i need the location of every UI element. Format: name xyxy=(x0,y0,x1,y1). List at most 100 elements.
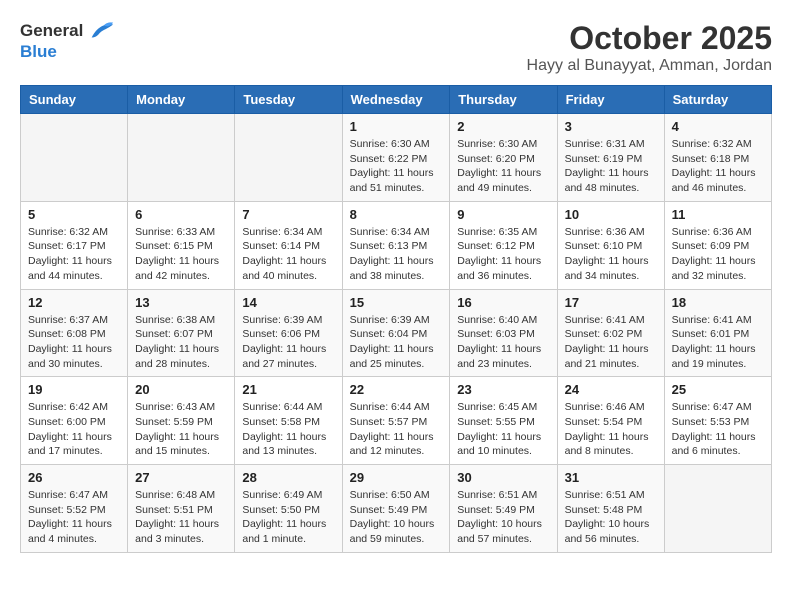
title-section: October 2025 Hayy al Bunayyat, Amman, Jo… xyxy=(527,20,772,75)
calendar-cell xyxy=(128,114,235,202)
day-info: Sunrise: 6:51 AM Sunset: 5:49 PM Dayligh… xyxy=(457,488,549,547)
day-number: 29 xyxy=(350,470,443,485)
day-info: Sunrise: 6:45 AM Sunset: 5:55 PM Dayligh… xyxy=(457,400,549,459)
calendar-cell: 15Sunrise: 6:39 AM Sunset: 6:04 PM Dayli… xyxy=(342,289,450,377)
day-number: 8 xyxy=(350,207,443,222)
day-number: 15 xyxy=(350,295,443,310)
day-info: Sunrise: 6:40 AM Sunset: 6:03 PM Dayligh… xyxy=(457,313,549,372)
day-number: 4 xyxy=(672,119,764,134)
calendar-cell: 1Sunrise: 6:30 AM Sunset: 6:22 PM Daylig… xyxy=(342,114,450,202)
day-number: 24 xyxy=(565,382,657,397)
day-number: 9 xyxy=(457,207,549,222)
day-number: 22 xyxy=(350,382,443,397)
calendar-header-row: SundayMondayTuesdayWednesdayThursdayFrid… xyxy=(21,86,772,114)
calendar-cell xyxy=(21,114,128,202)
logo-general-text: General xyxy=(20,21,83,41)
calendar-cell: 12 Sunrise: 6:37 AM Sunset: 6:08 PM Dayli… xyxy=(21,289,128,377)
location-title: Hayy al Bunayyat, Amman, Jordan xyxy=(527,57,772,75)
day-info: Sunrise: 6:49 AM Sunset: 5:50 PM Dayligh… xyxy=(242,488,334,547)
day-number: 10 xyxy=(565,207,657,222)
day-number: 13 xyxy=(135,295,227,310)
day-info: Sunrise: 6:36 AM Sunset: 6:10 PM Dayligh… xyxy=(565,225,657,284)
day-info: Sunrise: 6:41 AM Sunset: 6:01 PM Dayligh… xyxy=(672,313,764,372)
calendar-cell: 10 Sunrise: 6:36 AM Sunset: 6:10 PM Dayli… xyxy=(557,201,664,289)
calendar-cell: 18 Sunrise: 6:41 AM Sunset: 6:01 PM Dayli… xyxy=(664,289,771,377)
day-info: Sunrise: 6:41 AM Sunset: 6:02 PM Dayligh… xyxy=(565,313,657,372)
day-number: 2 xyxy=(457,119,549,134)
day-number: 17 xyxy=(565,295,657,310)
logo: General Blue xyxy=(20,20,115,62)
weekday-header-sunday: Sunday xyxy=(21,86,128,114)
day-info: Sunrise: 6:37 AM Sunset: 6:08 PM Dayligh… xyxy=(28,313,120,372)
day-info: Sunrise: 6:36 AM Sunset: 6:09 PM Dayligh… xyxy=(672,225,764,284)
day-info: Sunrise: 6:35 AM Sunset: 6:12 PM Dayligh… xyxy=(457,225,549,284)
day-number: 16 xyxy=(457,295,549,310)
day-number: 12 xyxy=(28,295,120,310)
day-number: 3 xyxy=(565,119,657,134)
weekday-header-wednesday: Wednesday xyxy=(342,86,450,114)
day-number: 23 xyxy=(457,382,549,397)
logo-blue-text: Blue xyxy=(20,42,115,62)
calendar-cell: 31Sunrise: 6:51 AM Sunset: 5:48 PM Dayli… xyxy=(557,465,664,553)
day-number: 5 xyxy=(28,207,120,222)
calendar-cell: 30 Sunrise: 6:51 AM Sunset: 5:49 PM Dayli… xyxy=(450,465,557,553)
calendar-cell: 21 Sunrise: 6:44 AM Sunset: 5:58 PM Dayli… xyxy=(235,377,342,465)
calendar-week-3: 12 Sunrise: 6:37 AM Sunset: 6:08 PM Dayli… xyxy=(21,289,772,377)
day-number: 7 xyxy=(242,207,334,222)
calendar-table: SundayMondayTuesdayWednesdayThursdayFrid… xyxy=(20,85,772,553)
day-info: Sunrise: 6:33 AM Sunset: 6:15 PM Dayligh… xyxy=(135,225,227,284)
day-info: Sunrise: 6:47 AM Sunset: 5:52 PM Dayligh… xyxy=(28,488,120,547)
day-number: 31 xyxy=(565,470,657,485)
day-info: Sunrise: 6:30 AM Sunset: 6:22 PM Dayligh… xyxy=(350,137,443,196)
day-info: Sunrise: 6:44 AM Sunset: 5:58 PM Dayligh… xyxy=(242,400,334,459)
calendar-cell: 16 Sunrise: 6:40 AM Sunset: 6:03 PM Dayli… xyxy=(450,289,557,377)
day-info: Sunrise: 6:42 AM Sunset: 6:00 PM Dayligh… xyxy=(28,400,120,459)
weekday-header-monday: Monday xyxy=(128,86,235,114)
day-info: Sunrise: 6:30 AM Sunset: 6:20 PM Dayligh… xyxy=(457,137,549,196)
calendar-cell: 27Sunrise: 6:48 AM Sunset: 5:51 PM Dayli… xyxy=(128,465,235,553)
day-number: 30 xyxy=(457,470,549,485)
calendar-cell: 25 Sunrise: 6:47 AM Sunset: 5:53 PM Dayli… xyxy=(664,377,771,465)
day-number: 18 xyxy=(672,295,764,310)
weekday-header-tuesday: Tuesday xyxy=(235,86,342,114)
calendar-cell: 29Sunrise: 6:50 AM Sunset: 5:49 PM Dayli… xyxy=(342,465,450,553)
logo-bird-icon xyxy=(87,20,115,42)
calendar-week-5: 26 Sunrise: 6:47 AM Sunset: 5:52 PM Dayli… xyxy=(21,465,772,553)
calendar-cell: 19Sunrise: 6:42 AM Sunset: 6:00 PM Dayli… xyxy=(21,377,128,465)
day-number: 6 xyxy=(135,207,227,222)
month-title: October 2025 xyxy=(527,20,772,57)
weekday-header-friday: Friday xyxy=(557,86,664,114)
calendar-cell: 24Sunrise: 6:46 AM Sunset: 5:54 PM Dayli… xyxy=(557,377,664,465)
calendar-week-4: 19Sunrise: 6:42 AM Sunset: 6:00 PM Dayli… xyxy=(21,377,772,465)
day-info: Sunrise: 6:44 AM Sunset: 5:57 PM Dayligh… xyxy=(350,400,443,459)
day-info: Sunrise: 6:31 AM Sunset: 6:19 PM Dayligh… xyxy=(565,137,657,196)
day-info: Sunrise: 6:47 AM Sunset: 5:53 PM Dayligh… xyxy=(672,400,764,459)
calendar-week-2: 5 Sunrise: 6:32 AM Sunset: 6:17 PM Daylig… xyxy=(21,201,772,289)
day-number: 14 xyxy=(242,295,334,310)
day-info: Sunrise: 6:38 AM Sunset: 6:07 PM Dayligh… xyxy=(135,313,227,372)
calendar-body: 1Sunrise: 6:30 AM Sunset: 6:22 PM Daylig… xyxy=(21,114,772,553)
day-number: 26 xyxy=(28,470,120,485)
calendar-cell: 2 Sunrise: 6:30 AM Sunset: 6:20 PM Daylig… xyxy=(450,114,557,202)
calendar-cell: 11Sunrise: 6:36 AM Sunset: 6:09 PM Dayli… xyxy=(664,201,771,289)
day-info: Sunrise: 6:34 AM Sunset: 6:13 PM Dayligh… xyxy=(350,225,443,284)
calendar-cell: 17 Sunrise: 6:41 AM Sunset: 6:02 PM Dayli… xyxy=(557,289,664,377)
calendar-cell: 14 Sunrise: 6:39 AM Sunset: 6:06 PM Dayli… xyxy=(235,289,342,377)
day-info: Sunrise: 6:32 AM Sunset: 6:17 PM Dayligh… xyxy=(28,225,120,284)
day-number: 21 xyxy=(242,382,334,397)
day-number: 20 xyxy=(135,382,227,397)
weekday-header-thursday: Thursday xyxy=(450,86,557,114)
calendar-cell: 8 Sunrise: 6:34 AM Sunset: 6:13 PM Daylig… xyxy=(342,201,450,289)
calendar-cell: 6 Sunrise: 6:33 AM Sunset: 6:15 PM Daylig… xyxy=(128,201,235,289)
calendar-cell: 3 Sunrise: 6:31 AM Sunset: 6:19 PM Daylig… xyxy=(557,114,664,202)
calendar-cell: 23 Sunrise: 6:45 AM Sunset: 5:55 PM Dayli… xyxy=(450,377,557,465)
weekday-header-saturday: Saturday xyxy=(664,86,771,114)
day-number: 25 xyxy=(672,382,764,397)
day-info: Sunrise: 6:32 AM Sunset: 6:18 PM Dayligh… xyxy=(672,137,764,196)
calendar-cell xyxy=(235,114,342,202)
calendar-week-1: 1Sunrise: 6:30 AM Sunset: 6:22 PM Daylig… xyxy=(21,114,772,202)
calendar-cell: 5 Sunrise: 6:32 AM Sunset: 6:17 PM Daylig… xyxy=(21,201,128,289)
calendar-cell: 20Sunrise: 6:43 AM Sunset: 5:59 PM Dayli… xyxy=(128,377,235,465)
day-info: Sunrise: 6:39 AM Sunset: 6:06 PM Dayligh… xyxy=(242,313,334,372)
page-header: General Blue October 2025 Hayy al Bunayy… xyxy=(20,20,772,75)
